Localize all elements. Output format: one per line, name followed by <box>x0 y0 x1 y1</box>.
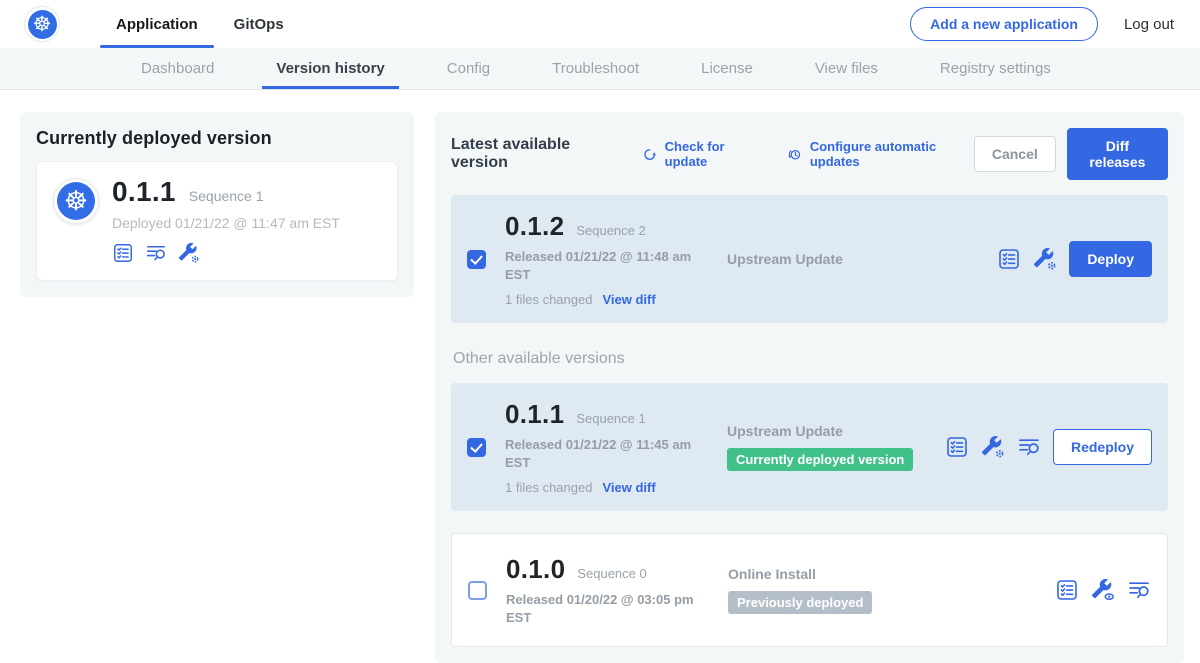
version-number: 0.1.1 <box>505 399 564 430</box>
deploy-logs-icon[interactable] <box>1017 435 1041 459</box>
tab-troubleshoot[interactable]: Troubleshoot <box>550 48 641 89</box>
version-row-0-1-2: 0.1.2 Sequence 2 Released 01/21/22 @ 11:… <box>451 195 1168 323</box>
version-number: 0.1.0 <box>506 554 565 585</box>
released-timestamp: Released 01/21/22 @ 11:48 am EST <box>505 248 697 283</box>
latest-available-title: Latest available version <box>451 136 616 172</box>
tab-license[interactable]: License <box>699 48 755 89</box>
clock-refresh-icon <box>787 146 803 163</box>
app-logo: ☸ <box>53 178 99 224</box>
version-source: Upstream Update <box>727 251 942 267</box>
released-timestamp: Released 01/20/22 @ 03:05 pm EST <box>506 591 698 626</box>
preflight-checks-icon[interactable] <box>1055 578 1079 602</box>
configure-automatic-updates-link[interactable]: Configure automatic updates <box>787 139 974 169</box>
logout-link[interactable]: Log out <box>1124 16 1174 33</box>
deployed-version-tile: ☸ 0.1.1 Sequence 1 Deployed 01/21/22 @ 1… <box>36 161 398 281</box>
version-number: 0.1.2 <box>505 211 564 242</box>
refresh-icon <box>642 146 657 163</box>
version-row-0-1-0: 0.1.0 Sequence 0 Released 01/20/22 @ 03:… <box>451 533 1168 647</box>
available-updates-panel: Latest available version Check for updat… <box>435 112 1184 663</box>
config-wrench-gear-icon[interactable] <box>981 435 1005 459</box>
tab-config[interactable]: Config <box>445 48 492 89</box>
tab-dashboard[interactable]: Dashboard <box>139 48 216 89</box>
preflight-checks-icon[interactable] <box>945 435 969 459</box>
tab-view-files[interactable]: View files <box>813 48 880 89</box>
tab-version-history[interactable]: Version history <box>274 48 386 89</box>
kubernetes-logo[interactable]: ☸ <box>24 6 60 42</box>
deployed-version-number: 0.1.1 <box>112 176 176 208</box>
deploy-logs-icon[interactable] <box>145 242 167 264</box>
tab-application[interactable]: Application <box>98 0 216 48</box>
view-diff-link[interactable]: View diff <box>602 292 655 307</box>
version-checkbox[interactable] <box>467 250 486 269</box>
tab-registry-settings[interactable]: Registry settings <box>938 48 1053 89</box>
config-wrench-gear-icon[interactable] <box>178 242 200 264</box>
kubernetes-helm-icon: ☸ <box>57 182 95 220</box>
currently-deployed-badge: Currently deployed version <box>727 448 913 471</box>
sequence-label: Sequence 2 <box>576 223 645 238</box>
deployed-sequence-label: Sequence 1 <box>189 188 264 204</box>
tab-gitops[interactable]: GitOps <box>216 0 302 48</box>
config-wrench-gear-icon[interactable] <box>1033 247 1057 271</box>
version-checkbox[interactable] <box>468 581 487 600</box>
other-versions-heading: Other available versions <box>453 350 1168 368</box>
deploy-logs-icon[interactable] <box>1127 578 1151 602</box>
top-navigation: ☸ Application GitOps Add a new applicati… <box>0 0 1200 48</box>
files-changed-label: 1 files changed <box>505 292 592 307</box>
deployed-card-title: Currently deployed version <box>36 128 398 149</box>
preflight-checks-icon[interactable] <box>112 242 134 264</box>
check-for-update-link[interactable]: Check for update <box>642 139 761 169</box>
diff-releases-button[interactable]: Diff releases <box>1067 128 1168 180</box>
currently-deployed-card: Currently deployed version ☸ 0.1.1 Seque… <box>20 112 414 297</box>
app-section-tabs: Dashboard Version history Config Trouble… <box>0 48 1200 90</box>
view-diff-link[interactable]: View diff <box>602 480 655 495</box>
version-source: Online Install <box>728 566 943 582</box>
redeploy-button[interactable]: Redeploy <box>1053 429 1152 465</box>
cancel-button[interactable]: Cancel <box>974 136 1056 172</box>
released-timestamp: Released 01/21/22 @ 11:45 am EST <box>505 436 697 471</box>
preflight-checks-icon[interactable] <box>997 247 1021 271</box>
deploy-button[interactable]: Deploy <box>1069 241 1152 277</box>
deployed-timestamp: Deployed 01/21/22 @ 11:47 am EST <box>112 215 340 231</box>
add-new-application-button[interactable]: Add a new application <box>910 7 1098 41</box>
files-changed-label: 1 files changed <box>505 480 592 495</box>
sequence-label: Sequence 0 <box>577 566 646 581</box>
version-history-page: Currently deployed version ☸ 0.1.1 Seque… <box>0 90 1200 663</box>
version-source: Upstream Update <box>727 423 942 439</box>
previously-deployed-badge: Previously deployed <box>728 591 872 614</box>
version-checkbox[interactable] <box>467 438 486 457</box>
config-view-wrench-eye-icon[interactable] <box>1091 578 1115 602</box>
version-row-0-1-1: 0.1.1 Sequence 1 Released 01/21/22 @ 11:… <box>451 383 1168 511</box>
sequence-label: Sequence 1 <box>576 411 645 426</box>
app-gitops-tabs: Application GitOps <box>98 0 302 48</box>
kubernetes-helm-icon: ☸ <box>28 10 57 39</box>
